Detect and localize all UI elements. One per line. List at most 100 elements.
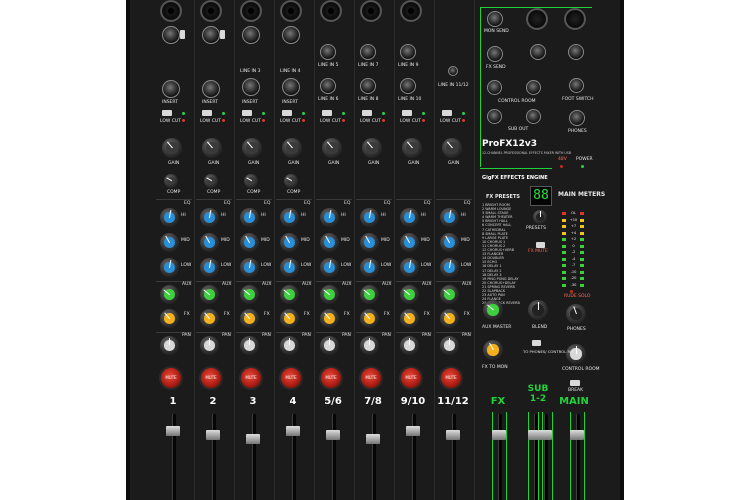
low-cut-switch-7[interactable]	[402, 110, 412, 116]
channel-fader-6[interactable]	[366, 434, 380, 444]
insert-jack-2[interactable]	[202, 80, 220, 98]
insert-jack-1[interactable]	[162, 80, 180, 98]
channel-fader-4[interactable]	[286, 426, 300, 436]
mute-button-7[interactable]: MUTE	[399, 366, 423, 390]
pan-knob-3[interactable]	[240, 336, 259, 355]
fx-mute-button[interactable]	[536, 242, 545, 248]
control-room-right[interactable]	[526, 80, 541, 95]
main-out-left[interactable]	[526, 8, 548, 30]
gain-knob-8[interactable]	[442, 138, 462, 158]
phones-knob[interactable]	[566, 304, 586, 324]
mute-button-5[interactable]: MUTE	[319, 366, 343, 390]
aux-knob-4[interactable]	[280, 285, 299, 304]
mute-button-3[interactable]: MUTE	[239, 366, 263, 390]
eq-hi-knob-5[interactable]	[320, 208, 339, 227]
eq-low-knob-2[interactable]	[200, 258, 219, 277]
eq-mid-knob-1[interactable]	[160, 233, 179, 252]
low-cut-switch-6[interactable]	[362, 110, 372, 116]
eq-low-knob-3[interactable]	[240, 258, 259, 277]
foot-switch-jack[interactable]	[569, 78, 584, 93]
pan-knob-8[interactable]	[440, 336, 459, 355]
eq-low-knob-6[interactable]	[360, 258, 379, 277]
gain-knob-5[interactable]	[322, 138, 342, 158]
fx-send-knob-3[interactable]	[240, 309, 259, 328]
fx-send-knob-2[interactable]	[200, 309, 219, 328]
mute-button-8[interactable]: MUTE	[439, 366, 463, 390]
mute-button-4[interactable]: MUTE	[279, 366, 303, 390]
eq-low-knob-4[interactable]	[280, 258, 299, 277]
hiz-switch-1[interactable]	[180, 30, 185, 39]
gain-knob-2[interactable]	[202, 138, 222, 158]
eq-hi-knob-1[interactable]	[160, 208, 179, 227]
fader-sub-right[interactable]	[538, 430, 552, 440]
sub-out-right[interactable]	[526, 109, 541, 124]
channel-fader-8[interactable]	[446, 430, 460, 440]
control-room-knob[interactable]	[566, 344, 586, 364]
low-cut-switch-4[interactable]	[282, 110, 292, 116]
comp-knob-2[interactable]	[204, 174, 218, 188]
mute-button-6[interactable]: MUTE	[359, 366, 383, 390]
pan-knob-6[interactable]	[360, 336, 379, 355]
line-jack-b-4[interactable]	[282, 78, 300, 96]
eq-mid-knob-6[interactable]	[360, 233, 379, 252]
blend-knob[interactable]	[528, 300, 548, 320]
break-switch[interactable]	[570, 380, 580, 386]
fx-send-knob-5[interactable]	[320, 309, 339, 328]
pan-knob-2[interactable]	[200, 336, 219, 355]
gain-knob-7[interactable]	[402, 138, 422, 158]
eq-mid-knob-4[interactable]	[280, 233, 299, 252]
comp-knob-1[interactable]	[164, 174, 178, 188]
main-out-trs-right[interactable]	[568, 44, 584, 60]
eq-low-knob-5[interactable]	[320, 258, 339, 277]
eq-low-knob-1[interactable]	[160, 258, 179, 277]
fader-fx[interactable]	[492, 430, 506, 440]
pan-knob-7[interactable]	[400, 336, 419, 355]
main-out-right[interactable]	[564, 8, 586, 30]
to-phones-button[interactable]	[532, 340, 541, 346]
control-room-left[interactable]	[487, 80, 502, 95]
gain-knob-3[interactable]	[242, 138, 262, 158]
low-cut-switch-2[interactable]	[202, 110, 212, 116]
fx-send-knob-1[interactable]	[160, 309, 179, 328]
presets-knob[interactable]	[533, 210, 547, 224]
low-cut-switch-8[interactable]	[442, 110, 452, 116]
line-jack-l-6[interactable]	[360, 44, 376, 60]
line-jack-r-7[interactable]	[400, 78, 416, 94]
aux-knob-2[interactable]	[200, 285, 219, 304]
line-jack-r-6[interactable]	[360, 78, 376, 94]
channel-fader-2[interactable]	[206, 430, 220, 440]
aux-knob-8[interactable]	[440, 285, 459, 304]
sub-out-left[interactable]	[487, 109, 502, 124]
channel-fader-3[interactable]	[246, 434, 260, 444]
hiz-jack-1[interactable]	[162, 26, 180, 44]
low-cut-switch-1[interactable]	[162, 110, 172, 116]
eq-mid-knob-7[interactable]	[400, 233, 419, 252]
mute-button-2[interactable]: MUTE	[199, 366, 223, 390]
low-cut-switch-5[interactable]	[322, 110, 332, 116]
comp-knob-3[interactable]	[244, 174, 258, 188]
line-jack-l-7[interactable]	[400, 44, 416, 60]
line-jack-11[interactable]	[448, 66, 458, 76]
hiz-jack-2[interactable]	[202, 26, 220, 44]
fx-send-knob-4[interactable]	[280, 309, 299, 328]
channel-fader-5[interactable]	[326, 430, 340, 440]
mon-send-jack[interactable]	[487, 11, 503, 27]
aux-knob-7[interactable]	[400, 285, 419, 304]
main-out-trs-left[interactable]	[530, 44, 546, 60]
fx-send-jack[interactable]	[487, 46, 503, 62]
channel-fader-1[interactable]	[166, 426, 180, 436]
eq-hi-knob-2[interactable]	[200, 208, 219, 227]
eq-hi-knob-4[interactable]	[280, 208, 299, 227]
aux-knob-6[interactable]	[360, 285, 379, 304]
fader-main[interactable]	[570, 430, 584, 440]
eq-hi-knob-3[interactable]	[240, 208, 259, 227]
eq-mid-knob-5[interactable]	[320, 233, 339, 252]
pan-knob-5[interactable]	[320, 336, 339, 355]
channel-fader-7[interactable]	[406, 426, 420, 436]
fx-to-mon-knob[interactable]	[483, 340, 503, 360]
line-jack-r-5[interactable]	[320, 78, 336, 94]
eq-mid-knob-8[interactable]	[440, 233, 459, 252]
line-jack-a-3[interactable]	[242, 26, 260, 44]
line-jack-a-4[interactable]	[282, 26, 300, 44]
low-cut-switch-3[interactable]	[242, 110, 252, 116]
